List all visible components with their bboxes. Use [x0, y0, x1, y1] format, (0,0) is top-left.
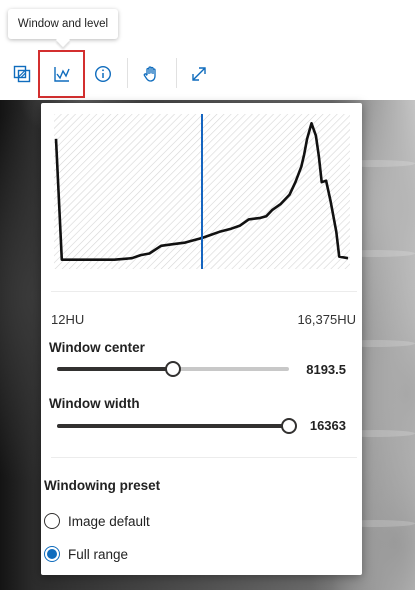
preset-option-full-range[interactable]: Full range — [44, 543, 128, 565]
toolbar-separator — [127, 58, 128, 88]
slider-fill — [57, 367, 173, 371]
hand-pan-icon — [143, 66, 156, 82]
window-level-icon — [53, 67, 70, 82]
window-center-slider[interactable] — [57, 361, 289, 377]
radio-label: Image default — [68, 513, 150, 529]
slider-thumb[interactable] — [281, 418, 297, 434]
radio-button[interactable] — [44, 546, 60, 562]
tooltip: Window and level — [8, 9, 118, 39]
info-icon — [94, 65, 112, 83]
radio-selected-dot — [47, 549, 57, 559]
window-width-value: 16363 — [309, 418, 346, 433]
layers-icon — [13, 65, 31, 83]
divider — [51, 291, 357, 292]
divider — [51, 457, 357, 458]
window-center-label: Window center — [49, 340, 145, 355]
info-button[interactable] — [81, 52, 125, 96]
window-level-button[interactable] — [38, 50, 85, 98]
preset-option-image-default[interactable]: Image default — [44, 510, 150, 532]
fullscreen-button[interactable] — [177, 52, 221, 96]
pan-button[interactable] — [129, 52, 173, 96]
tooltip-text: Window and level — [17, 18, 109, 30]
windowing-preset-label: Windowing preset — [44, 478, 161, 493]
window-level-panel: 12HU 16,375HU Window center 8193.5 Windo… — [41, 103, 362, 575]
window-width-slider[interactable] — [57, 418, 297, 434]
window-center-value: 8193.5 — [306, 362, 346, 377]
range-max-label: 16,375HU — [297, 312, 356, 327]
expand-icon — [192, 67, 206, 81]
layers-button[interactable] — [0, 52, 44, 96]
histogram — [54, 114, 350, 269]
slider-fill — [57, 424, 289, 428]
range-min-label: 12HU — [51, 312, 85, 327]
radio-button[interactable] — [44, 513, 60, 529]
slider-thumb[interactable] — [165, 361, 181, 377]
window-width-label: Window width — [49, 396, 140, 411]
radio-label: Full range — [68, 546, 129, 562]
toolbar — [0, 48, 415, 100]
